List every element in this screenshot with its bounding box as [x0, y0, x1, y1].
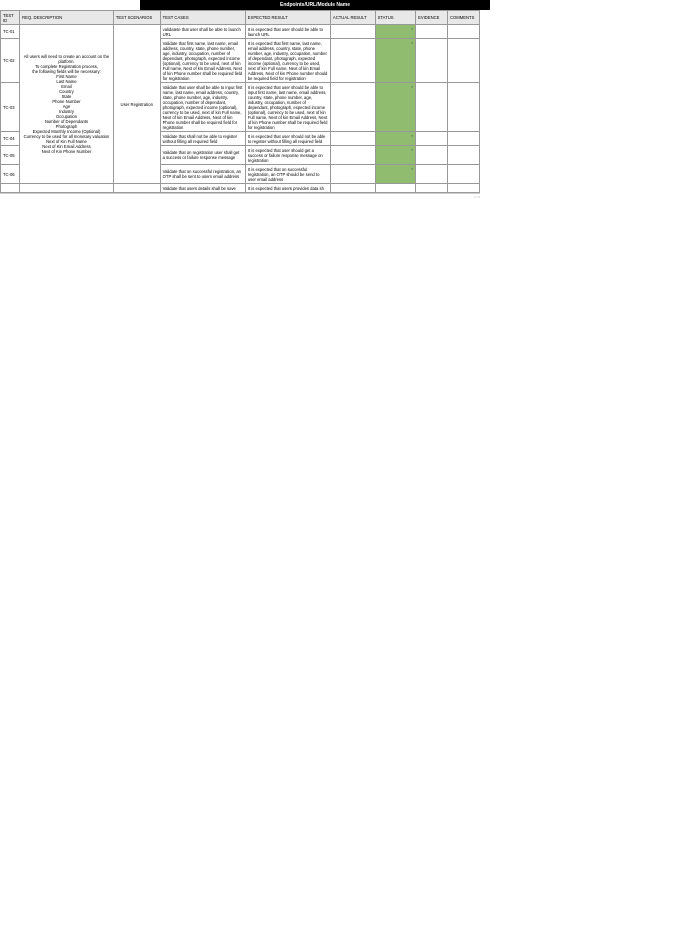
header-req-description: REQ. DESCRIPTION [20, 11, 114, 25]
header-test-id: TEST ID [1, 11, 20, 25]
cell-evidence [416, 83, 448, 132]
cell-test-scenario: User Registration [113, 25, 160, 184]
cell-comments [447, 25, 479, 39]
cell-evidence [416, 165, 448, 184]
header-status: STATUS [375, 11, 415, 25]
test-case-table: TEST ID REQ. DESCRIPTION TEST SCENARIOS … [0, 10, 480, 193]
cell-expected: It is expected that user should get a su… [245, 146, 330, 165]
header-evidence: EVIDENCE [416, 11, 448, 25]
header-actual-result: ACTUAL RESULT [330, 11, 375, 25]
cell-evidence [416, 132, 448, 146]
cell-req-description: All users will need to create an account… [20, 25, 114, 184]
cell-status: * [375, 83, 415, 132]
cell-evidence [416, 146, 448, 165]
cell-test-scenario [113, 184, 160, 193]
cell-actual [330, 39, 375, 83]
cell-expected: It is expected that user should be able … [245, 83, 330, 132]
cell-expected: It is expected that users provides data … [245, 184, 330, 193]
cell-status: * [375, 146, 415, 165]
cell-actual [330, 132, 375, 146]
table-row: TC-01 All users will need to create an a… [1, 25, 480, 39]
cell-evidence [416, 25, 448, 39]
cell-status [375, 184, 415, 193]
cell-actual [330, 165, 375, 184]
cell-test-case: Validate that on registration user shall… [160, 146, 245, 165]
cell-expected: It is expected that user should not be a… [245, 132, 330, 146]
cell-test-case: Validate that shall not be able to regis… [160, 132, 245, 146]
cell-status: * [375, 25, 415, 39]
cell-evidence [416, 184, 448, 193]
cell-test-id: TC-04 [1, 132, 20, 146]
cell-test-case: Validate that user shall be able to inpu… [160, 83, 245, 132]
cell-evidence [416, 39, 448, 83]
cell-actual [330, 184, 375, 193]
header-test-scenarios: TEST SCENARIOS [113, 11, 160, 25]
cell-test-id [1, 184, 20, 193]
cell-test-case: Validate that users details shall be sav… [160, 184, 245, 193]
cell-expected: It is expected that user should be able … [245, 25, 330, 39]
cell-status: * [375, 132, 415, 146]
cell-test-id: TC-01 [1, 25, 20, 39]
cell-actual [330, 83, 375, 132]
cell-expected: It is expected that first name, last nam… [245, 39, 330, 83]
cell-status: * [375, 165, 415, 184]
header-test-cases: TEST CASES [160, 11, 245, 25]
module-title-bar: Endpoints/URL/Module Name [140, 0, 490, 10]
cell-test-id: TC-06 [1, 165, 20, 184]
cell-actual [330, 146, 375, 165]
cell-status: * [375, 39, 415, 83]
cell-comments [447, 83, 479, 132]
cell-test-case: validatete that user shall be able to la… [160, 25, 245, 39]
cell-actual [330, 25, 375, 39]
cell-test-id: TC-05 [1, 146, 20, 165]
cell-comments [447, 132, 479, 146]
page-footer: 1 / 2 [0, 193, 480, 199]
cell-comments [447, 146, 479, 165]
cell-test-id: TC-02 [1, 39, 20, 83]
table-body: TC-01 All users will need to create an a… [1, 25, 480, 193]
cell-comments [447, 39, 479, 83]
header-comments: COMMENTS [447, 11, 479, 25]
cell-req-description [20, 184, 114, 193]
table-row-partial: Validate that users details shall be sav… [1, 184, 480, 193]
header-expected-result: EXPECTED RESULT [245, 11, 330, 25]
cell-comments [447, 184, 479, 193]
cell-test-id: TC-03 [1, 83, 20, 132]
cell-expected: It is expected that on successful regist… [245, 165, 330, 184]
table-header-row: TEST ID REQ. DESCRIPTION TEST SCENARIOS … [1, 11, 480, 25]
cell-comments [447, 165, 479, 184]
cell-test-case: Validate that first name, last name, ema… [160, 39, 245, 83]
cell-test-case: Validate that on successful registration… [160, 165, 245, 184]
